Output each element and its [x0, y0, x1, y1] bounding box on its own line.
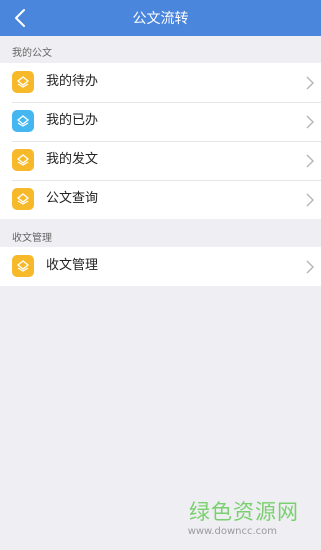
back-button[interactable] — [6, 4, 34, 32]
list-item-sent[interactable]: 我的发文 — [0, 141, 321, 180]
list-item-label: 收文管理 — [46, 258, 99, 273]
top-bar: 公文流转 — [0, 0, 321, 36]
document-stack-icon — [12, 149, 34, 171]
list-item-label: 我的发文 — [46, 152, 99, 167]
watermark-url: www.downcc.com — [187, 526, 277, 537]
chevron-right-icon — [306, 115, 314, 129]
document-stack-icon — [12, 255, 34, 277]
list-item-label: 我的已办 — [46, 113, 99, 128]
list-item-label: 我的待办 — [46, 74, 99, 89]
page-title: 公文流转 — [132, 11, 189, 27]
watermark-title: 绿色资源网 — [189, 500, 299, 524]
list-item-pending[interactable]: 我的待办 — [0, 63, 321, 102]
list-item-done[interactable]: 我的已办 — [0, 102, 321, 141]
chevron-right-icon — [306, 154, 314, 168]
my-documents-group: 我的待办 我的已办 我的发文 公文查询 — [0, 63, 321, 219]
chevron-right-icon — [306, 76, 314, 90]
chevron-right-icon — [306, 193, 314, 207]
section-label-my-documents: 我的公文 — [12, 48, 52, 59]
document-stack-icon — [12, 110, 34, 132]
back-arrow-icon — [15, 9, 25, 27]
list-item-label: 公文查询 — [46, 191, 99, 206]
incoming-group: 收文管理 — [0, 247, 321, 286]
list-item-query[interactable]: 公文查询 — [0, 180, 321, 219]
list-item-incoming-management[interactable]: 收文管理 — [0, 247, 321, 286]
chevron-right-icon — [306, 260, 314, 274]
document-stack-icon — [12, 188, 34, 210]
document-stack-icon — [12, 71, 34, 93]
section-label-incoming: 收文管理 — [12, 233, 52, 244]
